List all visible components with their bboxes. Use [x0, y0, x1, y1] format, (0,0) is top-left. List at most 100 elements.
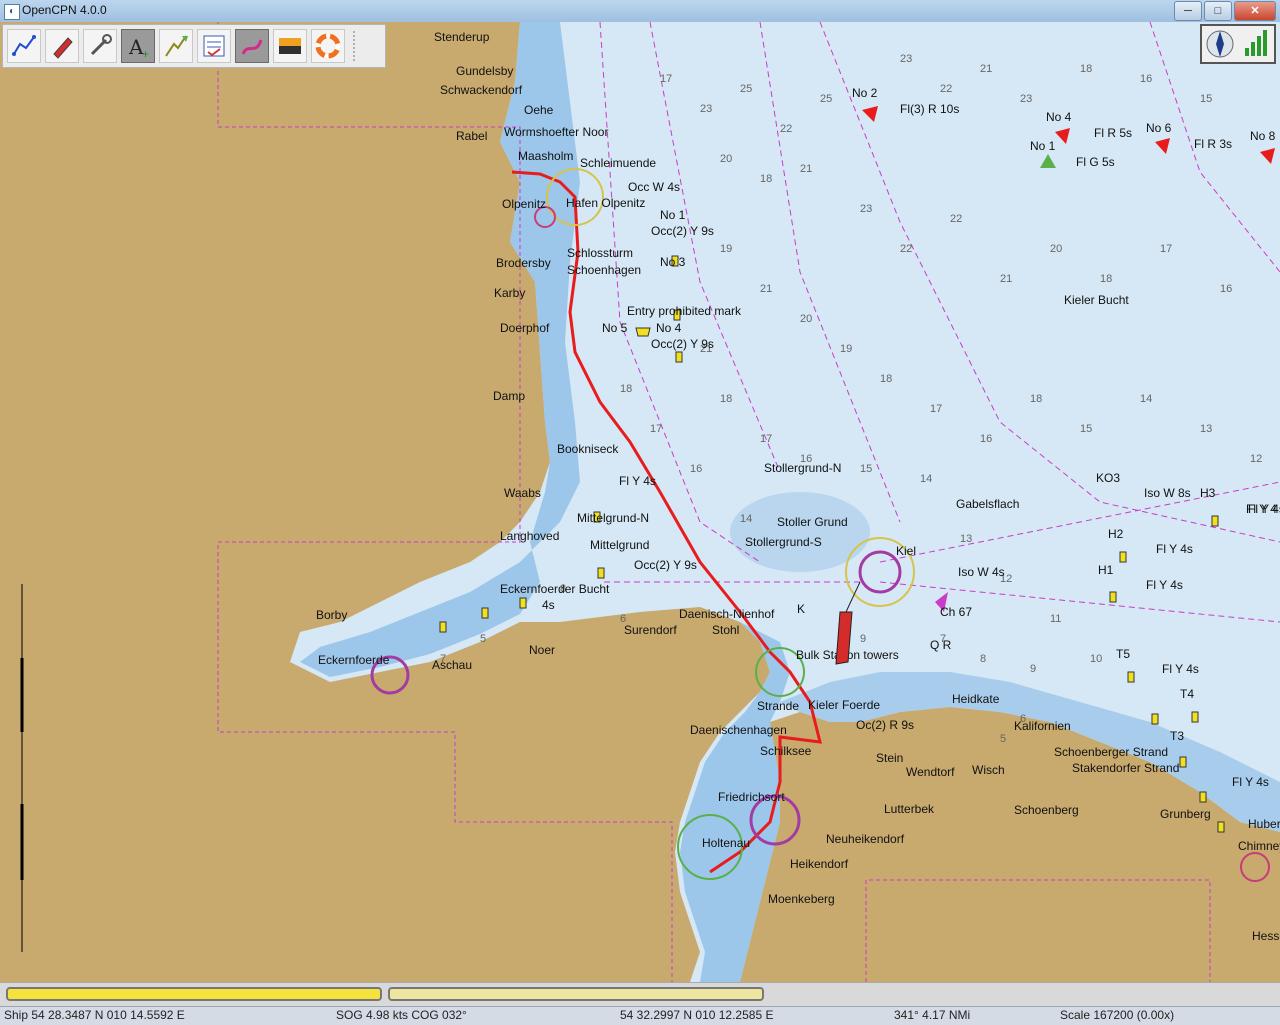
- light-label: No 6: [1146, 121, 1172, 135]
- chart-key[interactable]: [388, 987, 764, 1001]
- place-label: Brodersby: [496, 256, 551, 270]
- place-label: Schoenberger Strand: [1054, 745, 1168, 759]
- chart-key-active[interactable]: [6, 987, 382, 1001]
- light-label: Fl G 5s: [1076, 155, 1115, 169]
- place-label: Schleimuende: [580, 156, 656, 170]
- svg-text:14: 14: [740, 513, 752, 525]
- light-label: Occ(2) Y 9s: [651, 337, 714, 351]
- chart-canvas[interactable]: 17 23 25 22 25 20 18 21 23 22 21 23 18 16 15 14 23 22…: [0, 22, 1280, 982]
- svg-text:14: 14: [1140, 393, 1152, 405]
- svg-text:22: 22: [940, 83, 952, 95]
- light-label: Fl Y 4s: [1156, 542, 1193, 556]
- place-label: Daenisch-Nienhof: [679, 607, 775, 621]
- route-draw-button[interactable]: [235, 29, 269, 63]
- place-label: Wormshoefter Noor: [504, 125, 608, 139]
- svg-text:15: 15: [860, 463, 872, 475]
- place-label: Stohl: [712, 623, 739, 637]
- light-label: T4: [1180, 687, 1194, 701]
- compass-widget[interactable]: [1200, 24, 1276, 64]
- place-label: Surendorf: [624, 623, 677, 637]
- sunset-icon: [279, 38, 301, 54]
- place-label: Stoller Grund: [777, 515, 848, 529]
- svg-text:21: 21: [1000, 273, 1012, 285]
- svg-text:16: 16: [980, 433, 992, 445]
- place-label: Stakendorfer Strand: [1072, 761, 1179, 775]
- svg-text:17: 17: [1160, 243, 1172, 255]
- lifebuoy-icon: [315, 33, 341, 59]
- svg-text:25: 25: [820, 93, 832, 105]
- light-label: Fl Y 4: [1246, 502, 1277, 516]
- svg-text:13: 13: [1200, 423, 1212, 435]
- track-button[interactable]: [159, 29, 193, 63]
- follow-ship-button[interactable]: [45, 29, 79, 63]
- maximize-button[interactable]: □: [1204, 1, 1232, 21]
- place-label: Kalifornien: [1014, 719, 1071, 733]
- svg-text:15: 15: [1080, 423, 1092, 435]
- ship-icon: [53, 37, 73, 59]
- place-label: Moenkeberg: [768, 892, 835, 906]
- minimize-button[interactable]: ─: [1174, 1, 1202, 21]
- place-label: K: [797, 602, 805, 616]
- place-label: Entry prohibited mark: [627, 304, 742, 318]
- toolbar-grip[interactable]: [353, 31, 361, 61]
- svg-text:18: 18: [1030, 393, 1042, 405]
- svg-text:18: 18: [1080, 63, 1092, 75]
- svg-text:22: 22: [780, 123, 792, 135]
- svg-text:16: 16: [1220, 283, 1232, 295]
- color-scheme-button[interactable]: [273, 29, 307, 63]
- place-label: Kieler Foerde: [808, 698, 880, 712]
- nautical-chart[interactable]: 17 23 25 22 25 20 18 21 23 22 21 23 18 16 15 14 23 22…: [0, 22, 1280, 982]
- place-label: Kiel: [896, 544, 916, 558]
- route-manager-button[interactable]: [197, 29, 231, 63]
- status-bar: Ship 54 28.3487 N 010 14.5592 E SOG 4.98…: [0, 1006, 1280, 1025]
- svg-text:20: 20: [720, 153, 732, 165]
- place-label: Neuheikendorf: [826, 832, 905, 846]
- place-label: Stein: [876, 751, 903, 765]
- place-label: Waabs: [504, 486, 541, 500]
- light-label: No 1: [1030, 139, 1056, 153]
- light-label: T3: [1170, 729, 1184, 743]
- svg-text:+: +: [142, 47, 149, 60]
- place-label: Gabelsflach: [956, 497, 1019, 511]
- track-icon: [165, 35, 188, 57]
- app-icon: ◐: [4, 4, 20, 20]
- add-text-button[interactable]: A +: [121, 29, 155, 63]
- window-controls: ─ □ ✕: [1174, 1, 1276, 21]
- place-label: Stollergrund-S: [745, 535, 822, 549]
- light-label: Iso W 8s: [1144, 486, 1191, 500]
- place-label: Borby: [316, 608, 347, 622]
- entry-prohibited-buoy[interactable]: [635, 327, 651, 337]
- light-label: No 1: [660, 208, 686, 222]
- close-button[interactable]: ✕: [1234, 1, 1276, 21]
- svg-text:20: 20: [1050, 243, 1062, 255]
- svg-text:15: 15: [1200, 93, 1212, 105]
- light-label: Fl Y 4s: [1162, 662, 1199, 676]
- svg-text:18: 18: [880, 373, 892, 385]
- title-bar: ◐ OpenCPN 4.0.0 ─ □ ✕: [0, 0, 1280, 23]
- light-label: H3: [1200, 486, 1216, 500]
- place-label: Strande: [757, 699, 799, 713]
- place-label: Wendtorf: [906, 765, 955, 779]
- settings-button[interactable]: [83, 29, 117, 63]
- svg-text:22: 22: [900, 243, 912, 255]
- place-label: Stollergrund-N: [764, 461, 841, 475]
- light-label: No 2: [852, 86, 878, 100]
- place-label: Friedrichsort: [718, 790, 785, 804]
- svg-text:17: 17: [930, 403, 942, 415]
- place-label: Doerphof: [500, 321, 550, 335]
- mob-button[interactable]: [311, 29, 345, 63]
- chart-scale: Scale 167200 (0.00x): [1060, 1008, 1175, 1022]
- svg-text:17: 17: [650, 423, 662, 435]
- svg-text:18: 18: [1100, 273, 1112, 285]
- light-label: No 3: [660, 255, 686, 269]
- place-label: Gundelsby: [456, 64, 513, 78]
- place-label: Ch 67: [940, 605, 972, 619]
- place-label: Maasholm: [518, 149, 573, 163]
- svg-text:21: 21: [980, 63, 992, 75]
- place-label: Schwackendorf: [440, 83, 523, 97]
- svg-text:17: 17: [760, 433, 772, 445]
- place-label: Stenderup: [434, 30, 490, 44]
- route-tool-button[interactable]: [7, 29, 41, 63]
- light-label: Fl Y 4s: [1232, 775, 1269, 789]
- chart-piano-bar: [0, 982, 1280, 1007]
